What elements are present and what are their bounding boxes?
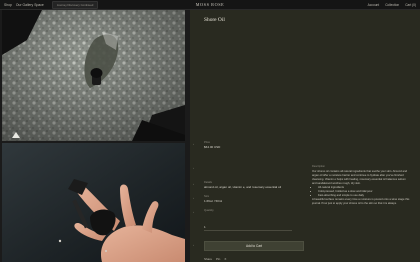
size-field: Size 1.69oz / 50ml: [204, 195, 222, 203]
quantity-field: Quantity: [204, 209, 214, 212]
product-detail-panel: Shore Oil › Price $64.00 USD › › Details…: [190, 10, 420, 262]
details-field: Details almond oil, argan oil, vitamin e…: [204, 181, 304, 189]
cart-link[interactable]: Cart (0): [405, 3, 416, 7]
details-value: almond oil, argan oil, vitamin e, and ro…: [204, 185, 282, 189]
quantity-stepper[interactable]: 1: [204, 224, 292, 231]
account-link[interactable]: Account: [368, 3, 380, 7]
share-pin-link[interactable]: Pin: [216, 257, 220, 261]
account-nav: Account Collection Cart (0): [368, 3, 416, 7]
details-label: Details: [204, 181, 212, 184]
chevron-right-icon[interactable]: ›: [193, 196, 194, 200]
description-text: Our shores oil contains all natural ingr…: [312, 170, 408, 185]
product-photo-stone[interactable]: [2, 10, 185, 141]
quantity-value[interactable]: 1: [204, 225, 206, 229]
product-photo-hand[interactable]: [2, 143, 185, 262]
top-navigation-bar: Shop Our Gallery Space Journey Discovery…: [0, 0, 420, 10]
hand-dropper-photo-icon: [2, 143, 185, 262]
share-x-link[interactable]: X: [224, 257, 226, 261]
chevron-right-icon[interactable]: ›: [193, 243, 194, 247]
search-pill[interactable]: Journey Discovery Continued: [51, 0, 99, 9]
description-label: Description: [312, 165, 325, 168]
primary-nav: Shop Our Gallery Space Journey Discovery…: [0, 0, 99, 9]
share-label: Share: [204, 257, 213, 261]
collection-link[interactable]: Collection: [385, 3, 399, 7]
description-note: A beautiful surface remains every time a…: [312, 198, 410, 205]
price-field: Price $64.00 USD: [204, 141, 220, 149]
brand-logo[interactable]: MOSS ROSE: [196, 2, 225, 7]
nav-gallery-link[interactable]: Our Gallery Space: [16, 3, 44, 7]
share-row: Share Pin X: [204, 257, 226, 261]
add-to-cart-button[interactable]: Add to Cart: [204, 241, 304, 251]
product-description: Description Our shores oil contains all …: [312, 165, 410, 206]
product-title: Shore Oil: [204, 17, 225, 23]
chevron-right-icon[interactable]: ›: [193, 210, 194, 214]
price-label: Price: [204, 141, 210, 144]
quantity-label: Quantity: [204, 209, 214, 212]
chevron-right-icon[interactable]: ›: [193, 142, 194, 146]
product-gallery: [0, 10, 186, 262]
size-label: Size: [204, 195, 210, 198]
nav-shop-link[interactable]: Shop: [4, 3, 12, 7]
price-value: $64.00 USD: [204, 145, 221, 149]
chevron-right-icon[interactable]: ›: [193, 166, 194, 170]
stone-bottle-photo-icon: [2, 10, 185, 141]
chevron-right-icon[interactable]: ›: [193, 182, 194, 186]
size-value[interactable]: 1.69oz / 50ml: [204, 199, 222, 203]
feature-list: All-natural ingredients Cold-pressed, bo…: [312, 186, 410, 198]
